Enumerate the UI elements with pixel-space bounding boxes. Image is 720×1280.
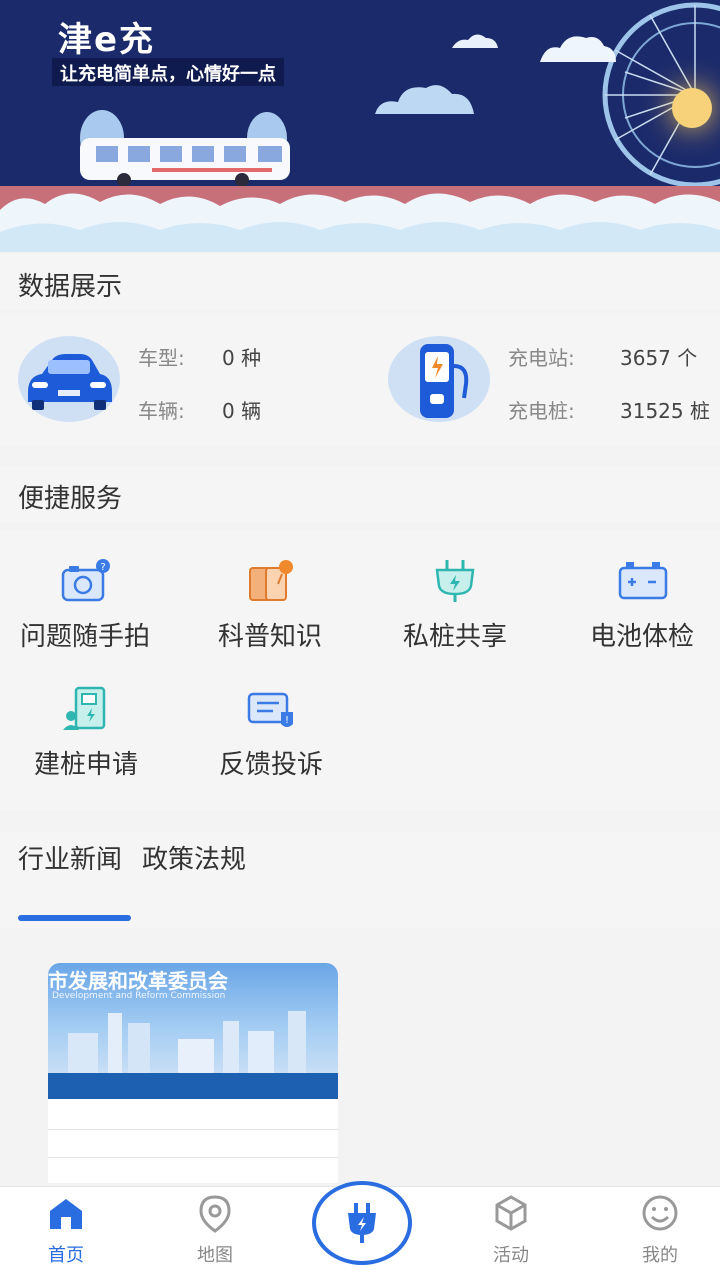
map-pin-icon [195,1193,235,1233]
cloud-decoration [540,36,616,62]
plug-icon [342,1201,382,1245]
svg-text:!: ! [285,715,289,726]
cube-icon [491,1193,531,1233]
header-banner[interactable]: 津e充 让充电简单点，心情好一点 [0,0,720,252]
station-count-value: 3657 个 [620,346,698,370]
news-card[interactable]: 市发展和改革委员会 Development and Reform Commiss… [48,963,338,1183]
data-section-title: 数据展示 [18,272,123,302]
nav-map[interactable]: 地图 [165,1193,265,1267]
plug-share-icon [429,558,481,604]
nav-home[interactable]: 首页 [16,1193,116,1267]
service-label: 反馈投诉 [218,750,323,780]
vehicle-model-value: 0 种 [222,346,262,370]
book-icon [244,558,296,604]
nav-label: 活动 [493,1245,529,1266]
bus-illustration [80,110,290,187]
city-skyline-illustration [68,1011,306,1073]
service-label: 电池体检 [589,622,694,652]
nav-charge[interactable] [312,1181,412,1265]
cloud-decoration [452,34,498,48]
banner-slogan: 让充电简单点，心情好一点 [52,58,284,86]
station-count-label: 充电站: [508,346,575,370]
service-item[interactable]: 私桩共享 [365,558,545,653]
pile-count-label: 充电桩: [508,399,575,423]
service-item[interactable]: 电池体检 [552,558,720,653]
nav-label: 首页 [48,1245,84,1266]
news-card-image: 市发展和改革委员会 Development and Reform Commiss… [48,963,338,1073]
clouds-bottom [0,193,720,252]
tab-policy[interactable]: 政策法规 [142,842,252,878]
vehicle-count-label: 车辆: [138,399,185,423]
active-tab-indicator [18,915,131,921]
service-item[interactable]: ? 问题随手拍 [0,558,175,653]
pile-apply-icon [60,686,112,732]
service-label: 私桩共享 [402,622,507,652]
bottom-nav: 首页 地图 活动 我的 [0,1181,720,1280]
divider [48,1129,338,1130]
service-label: 建桩申请 [33,750,138,780]
divider [48,1157,338,1158]
service-item[interactable]: 建桩申请 [0,686,176,781]
news-card-nav-bar [48,1073,338,1099]
data-section-header: 数据展示 [0,254,720,310]
data-stats-panel: 车型: 0 种 车辆: 0 辆 充电站: 3657 个 充电桩: 31525 桩 [0,316,720,446]
news-tabs: 行业新闻 政策法规 [0,832,720,928]
service-label: 科普知识 [217,622,322,652]
battery-icon [616,558,668,604]
service-item[interactable]: ! 反馈投诉 [181,686,361,781]
banner-brand-title: 津e充 [58,20,156,60]
news-list: 市发展和改革委员会 Development and Reform Commiss… [0,935,720,1190]
nav-label: 地图 [197,1245,233,1266]
camera-icon: ? [59,558,111,604]
news-card-title: 市发展和改革委员会 [48,969,228,993]
news-card-subtitle: Development and Reform Commission [52,991,226,1001]
car-icon [18,336,120,422]
services-section-header: 便捷服务 [0,466,720,522]
nav-label: 我的 [642,1245,678,1266]
home-icon [46,1193,86,1233]
nav-profile[interactable]: 我的 [610,1193,710,1267]
sun-decoration [672,88,712,128]
service-label: 问题随手拍 [19,622,150,652]
feedback-icon: ! [245,686,297,732]
smile-icon [640,1193,680,1233]
vehicle-model-label: 车型: [138,346,185,370]
vehicle-count-value: 0 辆 [222,399,262,423]
pile-count-value: 31525 桩 [620,399,710,423]
tab-industry-news[interactable]: 行业新闻 [18,842,128,878]
nav-activity[interactable]: 活动 [461,1193,561,1267]
services-section-title: 便捷服务 [18,484,123,514]
charging-pile-icon [388,336,490,422]
services-grid: ? 问题随手拍 科普知识 私桩共享 电池体检 建桩申请 ! 反馈投诉 [0,530,720,810]
service-item[interactable]: 科普知识 [180,558,360,653]
svg-text:?: ? [100,562,105,573]
cloud-decoration [375,85,474,114]
